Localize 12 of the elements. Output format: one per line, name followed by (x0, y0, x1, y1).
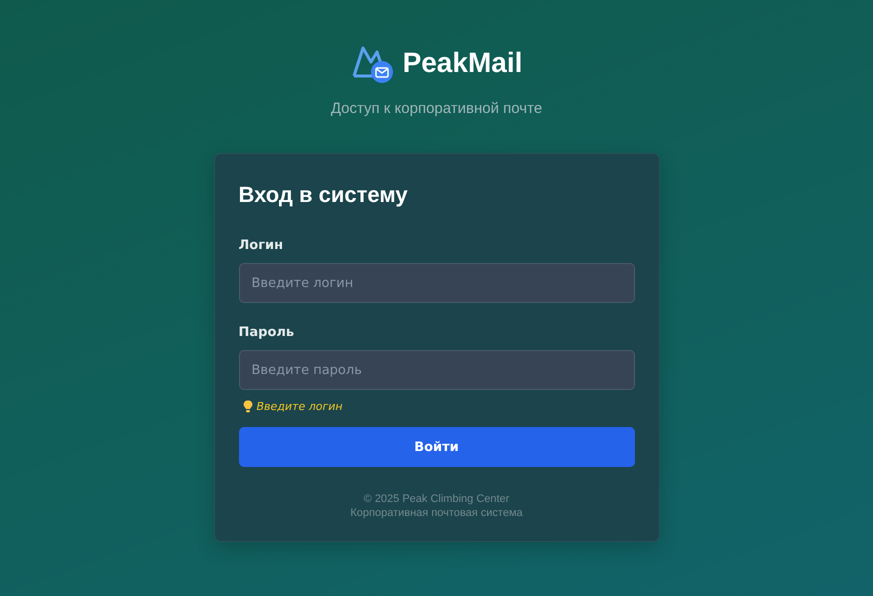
footer-text: © 2025 Peak Climbing Center (364, 493, 510, 505)
form-title: Вход в систему (238, 182, 409, 208)
field-label: Пароль (238, 325, 296, 340)
tagline: Доступ к корпоративной почте (330, 100, 542, 117)
app-name: PeakMail (402, 47, 522, 79)
hint-text: Введите логин (256, 400, 343, 413)
input-field[interactable]: Введите пароль (238, 350, 634, 390)
field-label: Логин (238, 238, 284, 253)
footer-text: Корпоративная почтовая система (350, 507, 523, 519)
login-button[interactable]: Войти (238, 427, 634, 467)
input-field[interactable]: Введите логин (238, 263, 634, 303)
lightbulb-icon (242, 400, 252, 413)
